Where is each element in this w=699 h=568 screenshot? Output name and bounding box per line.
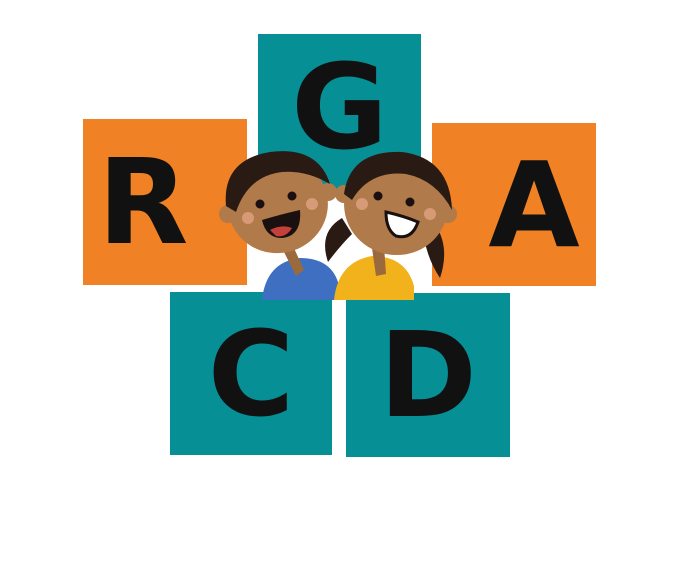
boy-neck (283, 246, 304, 276)
girl-right-eye (405, 197, 415, 207)
girl-neck (372, 246, 386, 276)
letter-tile-d: D (346, 293, 510, 457)
boy-tongue (270, 226, 292, 237)
letter-a: A (488, 135, 580, 274)
letter-tile-a: A (432, 123, 596, 286)
letter-tile-r: R (83, 119, 247, 285)
letter-g: G (291, 38, 388, 176)
girl-left-ponytail (325, 218, 352, 262)
letter-tile-c: C (170, 292, 332, 455)
boy-left-eye (255, 199, 265, 209)
letter-tile-g: G (258, 34, 421, 194)
girl-smile (384, 210, 420, 239)
letter-d: D (379, 306, 477, 444)
letter-c: C (207, 304, 295, 443)
letter-r: R (97, 133, 189, 271)
boy-mouth (262, 210, 301, 238)
girl-left-cheek (356, 198, 368, 210)
boy-right-cheek (306, 198, 318, 210)
